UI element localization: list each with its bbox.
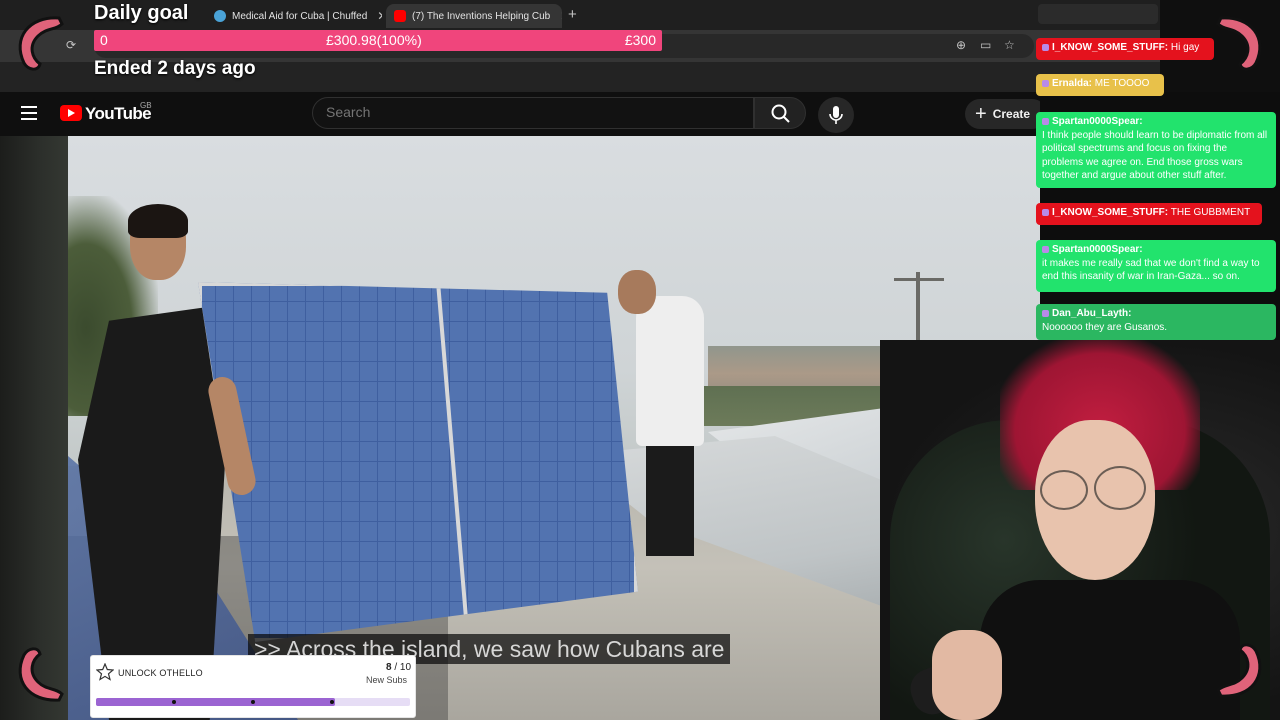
youtube-favicon-icon xyxy=(394,10,406,22)
chat-message: Spartan0000Spear: it makes me really sad… xyxy=(1036,240,1276,292)
sub-goal-tick xyxy=(172,700,176,704)
new-tab-button[interactable]: + xyxy=(568,6,577,23)
tab-favicon-icon xyxy=(214,10,226,22)
youtube-logo-icon[interactable] xyxy=(60,105,82,121)
chat-message: Dan_Abu_Layth: Noooooo they are Gusanos. xyxy=(1036,304,1276,340)
shrimp-icon xyxy=(18,16,64,71)
search-button[interactable] xyxy=(754,97,806,129)
daily-goal-progress-bar: 0 £300.98(100%) £300 xyxy=(94,30,662,51)
chat-text: I think people should learn to be diplom… xyxy=(1042,129,1268,182)
sub-goal-widget xyxy=(90,655,416,718)
goal-progress-text: £300.98(100%) xyxy=(326,32,422,48)
chat-text: Hi gay xyxy=(1170,42,1200,53)
glasses-right-icon xyxy=(1094,466,1146,510)
daily-goal-status: Ended 2 days ago xyxy=(94,58,256,79)
badge-icon xyxy=(1042,43,1049,51)
sub-goal-current: 8 xyxy=(386,662,392,673)
chat-text: Noooooo they are Gusanos. xyxy=(1042,321,1168,333)
shrimp-icon xyxy=(1216,643,1262,698)
chat-message: I_KNOW_SOME_STUFF: Hi gay xyxy=(1036,38,1214,60)
left-background xyxy=(0,136,68,720)
star-icon xyxy=(96,663,114,681)
chat-user: Ernalda: xyxy=(1052,78,1093,89)
create-label: Create xyxy=(992,107,1031,121)
goal-target-value: £300 xyxy=(624,32,656,48)
chat-text: ME TOOOO xyxy=(1094,78,1150,89)
glasses-left-icon xyxy=(1040,470,1088,510)
search-input[interactable] xyxy=(326,104,726,120)
mic-icon xyxy=(829,106,843,124)
worker-one-hair xyxy=(128,204,188,238)
streamer-hand xyxy=(932,630,1002,720)
streamer-shirt xyxy=(980,580,1240,720)
sub-goal-tick xyxy=(251,700,255,704)
chat-message: Ernalda: ME TOOOO xyxy=(1036,74,1164,96)
cast-icon[interactable]: ▭ xyxy=(980,38,991,52)
close-tab-icon[interactable]: ✕ xyxy=(560,9,562,23)
chat-user: Spartan0000Spear: xyxy=(1052,116,1143,127)
goal-start-value: 0 xyxy=(100,32,108,48)
badge-icon xyxy=(1042,309,1049,317)
close-tab-icon[interactable]: ✕ xyxy=(377,9,382,23)
sub-goal-fill xyxy=(96,698,335,706)
tab-label: (7) The Inventions Helping Cub xyxy=(412,10,551,22)
sub-goal-tick xyxy=(330,700,334,704)
tab-label: Medical Aid for Cuba | Chuffed xyxy=(232,10,368,22)
shrimp-icon xyxy=(18,647,64,702)
chat-user: Dan_Abu_Layth: xyxy=(1052,308,1132,319)
tab-youtube-video[interactable]: (7) The Inventions Helping Cub ✕ xyxy=(386,4,562,28)
chat-message: I_KNOW_SOME_STUFF: THE GUBBMENT xyxy=(1036,203,1262,225)
tab-medical-aid[interactable]: Medical Aid for Cuba | Chuffed ✕ xyxy=(206,4,382,28)
zoom-icon[interactable]: ⊕ xyxy=(956,38,966,52)
badge-icon xyxy=(1042,208,1049,216)
sub-goal-title: UNLOCK OTHELLO xyxy=(118,668,203,678)
search-icon xyxy=(771,104,790,123)
chat-user: I_KNOW_SOME_STUFF: xyxy=(1052,42,1169,53)
worker-two-shirt xyxy=(636,296,704,446)
sub-goal-total: / 10 xyxy=(394,662,412,673)
daily-goal-title: Daily goal xyxy=(94,2,189,24)
badge-icon xyxy=(1042,79,1049,87)
badge-icon xyxy=(1042,245,1049,253)
region-label: GB xyxy=(140,101,152,110)
chat-user: I_KNOW_SOME_STUFF: xyxy=(1052,207,1169,218)
voice-search-button[interactable] xyxy=(818,97,854,133)
utility-pole-bar xyxy=(894,278,944,281)
worker-two-head xyxy=(618,270,656,314)
chat-message-faded xyxy=(1038,4,1158,24)
badge-icon xyxy=(1042,117,1049,125)
bookmark-star-icon[interactable]: ☆ xyxy=(1004,38,1015,52)
chat-user: Spartan0000Spear: xyxy=(1052,244,1143,255)
plus-icon: + xyxy=(975,103,987,125)
sub-goal-count: 8 / 10 xyxy=(386,662,411,673)
chat-message: Spartan0000Spear: I think people should … xyxy=(1036,112,1276,188)
sub-goal-label: New Subs xyxy=(366,675,408,685)
worker-two-legs xyxy=(646,436,694,556)
chat-text: THE GUBBMENT xyxy=(1170,207,1251,218)
chat-text: it makes me really sad that we don't fin… xyxy=(1042,257,1260,283)
hamburger-menu-icon[interactable] xyxy=(21,106,37,120)
solar-panel-main xyxy=(198,282,638,642)
create-button[interactable]: + Create xyxy=(965,99,1047,129)
shrimp-icon xyxy=(1216,16,1262,71)
